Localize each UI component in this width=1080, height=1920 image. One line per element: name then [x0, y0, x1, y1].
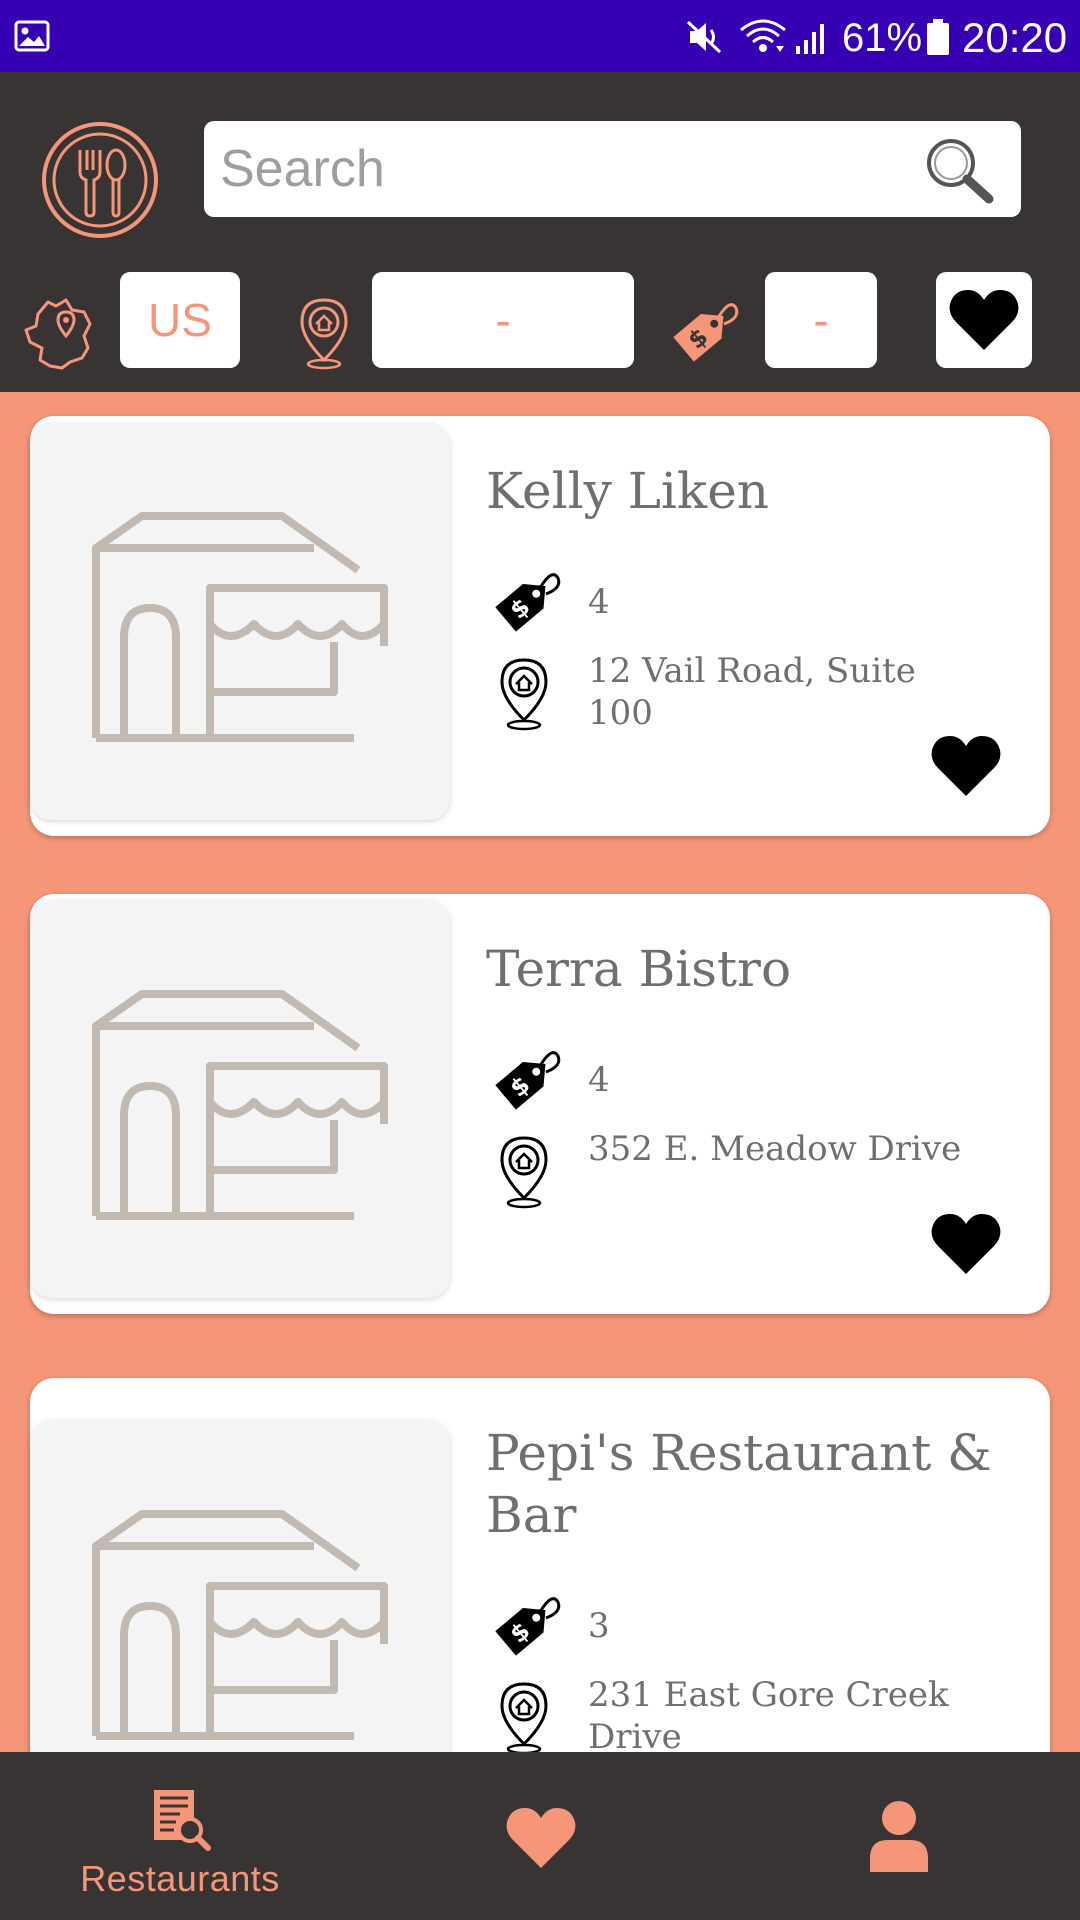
price-tag-icon: $ [495, 1597, 561, 1656]
price-tag-icon: $ [673, 303, 739, 362]
restaurant-price: 4 [588, 582, 610, 622]
restaurant-name: Terra Bistro [486, 940, 792, 998]
battery-icon [927, 19, 949, 55]
restaurant-card[interactable]: Terra Bistro $ 4 352 E. Meadow Drive [30, 894, 1050, 1314]
search-icon[interactable] [923, 135, 995, 205]
bottom-navigation: Restaurants [0, 1752, 1080, 1920]
app-header: US - $ - [0, 72, 1080, 392]
city-filter[interactable]: - [372, 272, 634, 368]
heart-icon [949, 290, 1019, 350]
location-pin-icon [300, 298, 348, 370]
restaurant-card[interactable]: Pepi's Restaurant & Bar $ 3 231 East Gor… [30, 1378, 1050, 1752]
fork-spoon-logo-icon[interactable] [40, 120, 160, 240]
france-map-icon [24, 298, 92, 370]
storefront-icon [92, 512, 388, 742]
restaurant-price: 3 [588, 1606, 610, 1646]
heart-icon[interactable] [928, 1212, 1004, 1276]
storefront-icon [92, 990, 388, 1220]
restaurant-address: 12 Vail Road, Suite 100 [588, 651, 916, 733]
status-bar: 61% 20:20 [0, 0, 1080, 72]
user-icon [870, 1801, 928, 1872]
restaurant-placeholder-image [30, 900, 450, 1298]
nav-restaurants-label: Restaurants [80, 1858, 280, 1899]
price-tag-icon: $ [495, 573, 561, 632]
location-pin-icon [500, 1136, 548, 1209]
nav-restaurants[interactable]: Restaurants [60, 1752, 300, 1920]
search-input[interactable] [220, 121, 900, 217]
clock: 20:20 [962, 14, 1068, 61]
restaurant-placeholder-image [30, 422, 450, 820]
price-filter[interactable]: - [765, 272, 877, 368]
signal-icon [796, 24, 824, 54]
restaurant-price: 4 [588, 1060, 610, 1100]
restaurant-placeholder-image [30, 1420, 450, 1752]
country-filter[interactable]: US [120, 272, 240, 368]
storefront-icon [92, 1510, 388, 1740]
location-pin-icon [500, 1682, 548, 1752]
restaurant-name: Kelly Liken [486, 462, 770, 520]
wifi-icon [740, 19, 786, 52]
restaurants-list-icon [154, 1790, 211, 1851]
gallery-icon [14, 20, 50, 52]
restaurant-address: 352 E. Meadow Drive [588, 1129, 962, 1169]
restaurant-name: Pepi's Restaurant & Bar [486, 1424, 992, 1544]
heart-icon [506, 1808, 576, 1868]
restaurant-list[interactable]: Kelly Liken $ 4 12 Vail Road, Suite 100 [0, 392, 1080, 1752]
restaurant-address: 231 East Gore Creek Drive [588, 1675, 949, 1752]
restaurant-card[interactable]: Kelly Liken $ 4 12 Vail Road, Suite 100 [30, 416, 1050, 836]
battery-percent: 61% [842, 16, 923, 60]
nav-profile[interactable] [866, 1752, 934, 1920]
search-box[interactable] [204, 121, 1021, 217]
mute-icon [686, 20, 722, 54]
heart-icon[interactable] [928, 734, 1004, 798]
nav-favorites[interactable] [500, 1752, 580, 1920]
price-tag-icon: $ [495, 1051, 561, 1110]
favorites-filter-button[interactable] [936, 272, 1032, 368]
location-pin-icon [500, 658, 548, 731]
